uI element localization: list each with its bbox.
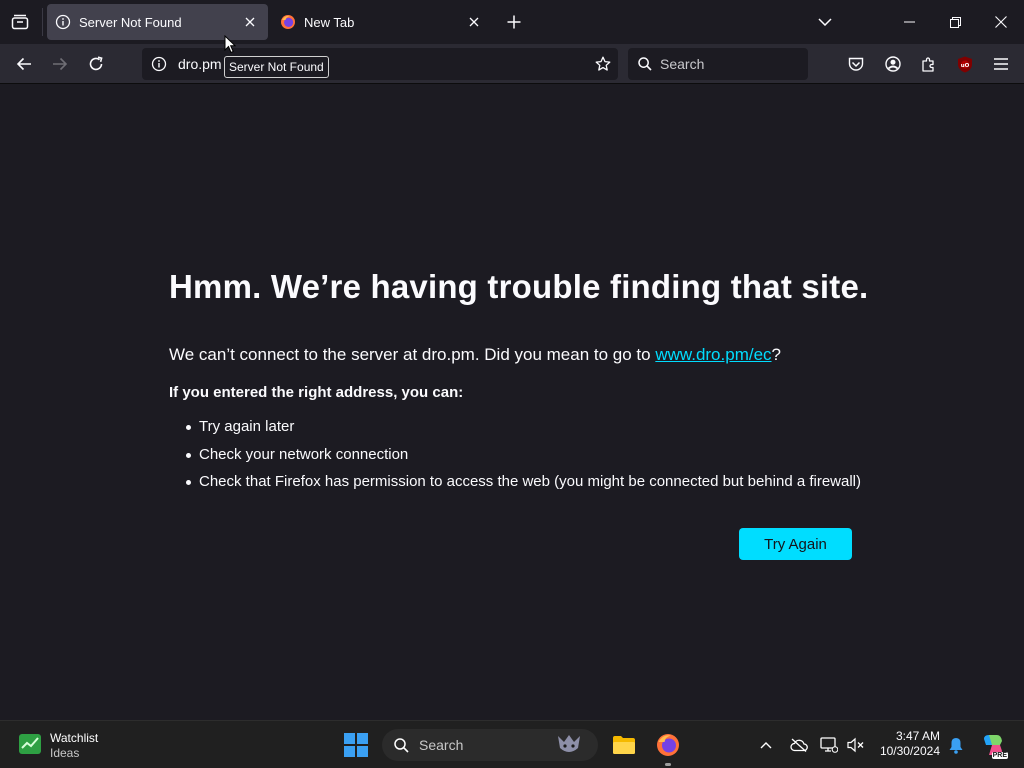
list-item: Try again later xyxy=(185,417,861,445)
suggestion-list: Try again later Check your network conne… xyxy=(185,417,861,500)
hamburger-menu-icon xyxy=(994,58,1008,70)
tab-new-tab[interactable]: New Tab xyxy=(272,4,492,40)
extensions-button[interactable] xyxy=(918,54,940,74)
volume-muted-icon xyxy=(847,737,864,753)
ublock-origin-icon: uO xyxy=(958,56,972,72)
error-message-suffix: ? xyxy=(771,345,781,364)
chevron-down-icon xyxy=(818,18,832,26)
firefox-logo-icon xyxy=(280,14,296,30)
minimize-icon xyxy=(903,21,915,23)
reload-icon xyxy=(89,56,103,71)
clock[interactable]: 3:47 AM 10/30/2024 xyxy=(880,729,940,759)
error-title: Hmm. We’re having trouble finding that s… xyxy=(169,268,869,305)
chevron-up-icon xyxy=(760,741,772,748)
clock-time: 3:47 AM xyxy=(895,729,940,743)
notifications-button[interactable] xyxy=(946,735,966,755)
app-menu-button[interactable] xyxy=(990,54,1012,74)
puzzle-icon xyxy=(922,57,934,72)
suggested-link[interactable]: www.dro.pm/ec xyxy=(655,345,771,364)
firefox-view-button[interactable] xyxy=(8,11,32,33)
file-explorer-button[interactable] xyxy=(610,731,638,759)
widget-title: Watchlist xyxy=(50,731,99,745)
bookmark-star-icon[interactable] xyxy=(594,55,612,73)
tab-title: New Tab xyxy=(304,14,355,30)
error-page: Hmm. We’re having trouble finding that s… xyxy=(0,85,1024,720)
copilot-button[interactable]: PRE xyxy=(980,731,1008,759)
search-icon xyxy=(638,57,652,71)
site-info-icon[interactable] xyxy=(150,55,168,73)
firefox-taskbar-button[interactable] xyxy=(654,731,682,759)
restore-icon xyxy=(949,16,961,28)
list-item: Check your network connection xyxy=(185,445,861,473)
search-icon xyxy=(394,737,409,753)
close-tab-icon[interactable] xyxy=(240,12,260,32)
network-icon xyxy=(820,737,838,753)
show-hidden-icons-button[interactable] xyxy=(756,735,776,755)
url-bar[interactable]: dro.pm xyxy=(142,48,618,80)
firefox-view-icon xyxy=(11,14,29,30)
minimize-button[interactable] xyxy=(898,12,920,32)
taskbar-search[interactable]: Search xyxy=(382,729,598,761)
firefox-running-indicator xyxy=(665,763,671,766)
ublock-origin-button[interactable]: uO xyxy=(954,54,976,74)
info-icon xyxy=(55,14,71,30)
arrow-right-icon xyxy=(53,57,68,71)
url-text: dro.pm xyxy=(178,56,222,72)
forward-button[interactable] xyxy=(48,52,72,76)
error-subtitle: If you entered the right address, you ca… xyxy=(169,384,464,401)
back-button[interactable] xyxy=(12,52,36,76)
copilot-badge: PRE xyxy=(991,752,1008,759)
navigation-toolbar: dro.pm Search uO xyxy=(0,44,1024,84)
close-icon xyxy=(995,16,1007,28)
network-button[interactable] xyxy=(818,735,840,755)
clock-date: 10/30/2024 xyxy=(879,744,940,758)
cloud-offline-icon xyxy=(790,738,808,752)
list-all-tabs-button[interactable] xyxy=(815,12,835,32)
account-icon xyxy=(885,56,901,72)
search-highlight-icon xyxy=(558,735,580,752)
tab-tooltip: Server Not Found xyxy=(224,56,329,78)
error-message: We can’t connect to the server at dro.pm… xyxy=(169,345,781,365)
search-placeholder: Search xyxy=(660,56,705,72)
onedrive-button[interactable] xyxy=(788,735,810,755)
folder-icon xyxy=(613,736,635,754)
stock-chart-icon xyxy=(19,734,41,754)
firefox-logo-icon xyxy=(657,734,679,756)
taskbar-search-placeholder: Search xyxy=(419,737,464,753)
account-button[interactable] xyxy=(882,54,904,74)
close-tab-icon[interactable] xyxy=(464,12,484,32)
mouse-cursor-icon xyxy=(224,35,236,54)
arrow-left-icon xyxy=(16,57,31,71)
windows-logo-icon xyxy=(344,733,368,757)
widgets-button[interactable]: Watchlist Ideas xyxy=(18,731,128,761)
volume-button[interactable] xyxy=(845,735,867,755)
new-tab-button[interactable] xyxy=(504,12,524,32)
search-bar[interactable]: Search xyxy=(628,48,808,80)
try-again-button[interactable]: Try Again xyxy=(739,528,852,560)
bell-icon xyxy=(949,737,963,754)
reload-button[interactable] xyxy=(84,52,108,76)
pocket-icon xyxy=(848,57,864,71)
taskbar: Watchlist Ideas Search 3:47 AM 10/30/202… xyxy=(0,720,1024,768)
start-button[interactable] xyxy=(342,731,370,759)
tab-title: Server Not Found xyxy=(79,14,182,30)
widget-subtitle: Ideas xyxy=(50,746,80,760)
plus-icon xyxy=(507,15,521,29)
error-message-text: We can’t connect to the server at dro.pm… xyxy=(169,345,656,364)
svg-text:uO: uO xyxy=(961,63,970,69)
pocket-button[interactable] xyxy=(845,54,867,74)
tab-bar: Server Not Found New Tab xyxy=(0,0,1024,44)
close-window-button[interactable] xyxy=(990,12,1012,32)
list-item: Check that Firefox has permission to acc… xyxy=(185,472,861,500)
tab-separator xyxy=(42,8,43,36)
restore-button[interactable] xyxy=(944,12,966,32)
